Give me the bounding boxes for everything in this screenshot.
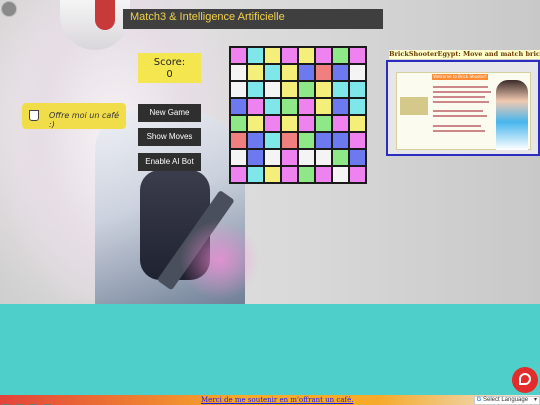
- board-tile[interactable]: [282, 65, 297, 80]
- page-title-bar: Match3 & Intelligence Artificielle: [123, 9, 383, 29]
- board-tile[interactable]: [333, 133, 348, 148]
- buy-coffee-label: Offre moi un café :): [49, 111, 119, 129]
- board-tile[interactable]: [350, 82, 365, 97]
- board-tile[interactable]: [265, 150, 280, 165]
- promo-widget[interactable]: BrickShooterEgypt: Move and match bricks…: [386, 50, 540, 156]
- board-tile[interactable]: [333, 150, 348, 165]
- board-tile[interactable]: [282, 82, 297, 97]
- board-tile[interactable]: [248, 65, 263, 80]
- promo-card[interactable]: Welcome to Brick Shooter!: [386, 60, 540, 156]
- board-tile[interactable]: [231, 65, 246, 80]
- score-value: 0: [166, 69, 173, 80]
- board-tile[interactable]: [316, 99, 331, 114]
- score-panel: Score: 0: [138, 53, 201, 83]
- board-tile[interactable]: [248, 167, 263, 182]
- board-tile[interactable]: [299, 48, 314, 63]
- board-tile[interactable]: [299, 65, 314, 80]
- board-tile[interactable]: [265, 82, 280, 97]
- support-link[interactable]: Merci de me soutenir en m'offrant un caf…: [201, 395, 353, 405]
- board-tile[interactable]: [316, 82, 331, 97]
- site-logo-icon[interactable]: [1, 1, 17, 17]
- board-tile[interactable]: [350, 99, 365, 114]
- board-tile[interactable]: [350, 133, 365, 148]
- board-tile[interactable]: [282, 150, 297, 165]
- new-game-button[interactable]: New Game: [138, 104, 201, 122]
- promo-character-image: [496, 80, 528, 150]
- board-tile[interactable]: [265, 167, 280, 182]
- board-tile[interactable]: [248, 82, 263, 97]
- board-tile[interactable]: [299, 116, 314, 131]
- board-tile[interactable]: [231, 150, 246, 165]
- board-tile[interactable]: [316, 167, 331, 182]
- google-icon: G: [476, 397, 482, 403]
- board-tile[interactable]: [265, 133, 280, 148]
- promo-card-heading: Welcome to Brick Shooter!: [432, 74, 488, 80]
- chat-button[interactable]: [512, 367, 538, 393]
- board-tile[interactable]: [350, 65, 365, 80]
- language-select[interactable]: G Select Language ▾: [474, 396, 540, 405]
- board-tile[interactable]: [333, 116, 348, 131]
- coffee-cup-icon: [29, 110, 39, 121]
- board-tile[interactable]: [282, 167, 297, 182]
- language-select-label: Select Language: [483, 397, 529, 403]
- board-tile[interactable]: [333, 99, 348, 114]
- board-tile[interactable]: [333, 82, 348, 97]
- board-tile[interactable]: [299, 133, 314, 148]
- board-tile[interactable]: [248, 99, 263, 114]
- board-tile[interactable]: [265, 65, 280, 80]
- footer-bar: Merci de me soutenir en m'offrant un caf…: [0, 395, 540, 405]
- board-tile[interactable]: [231, 99, 246, 114]
- board-tile[interactable]: [316, 65, 331, 80]
- board-tile[interactable]: [248, 133, 263, 148]
- promo-title[interactable]: BrickShooterEgypt: Move and match bricks…: [389, 50, 540, 59]
- enable-ai-bot-button[interactable]: Enable AI Bot: [138, 153, 201, 171]
- board-tile[interactable]: [299, 82, 314, 97]
- board-tile[interactable]: [299, 167, 314, 182]
- board-tile[interactable]: [316, 116, 331, 131]
- score-label: Score:: [153, 57, 186, 68]
- board-tile[interactable]: [299, 99, 314, 114]
- board-tile[interactable]: [333, 65, 348, 80]
- board-tile[interactable]: [248, 116, 263, 131]
- promo-thumbnail: [400, 97, 428, 115]
- board-tile[interactable]: [316, 133, 331, 148]
- board-tile[interactable]: [265, 99, 280, 114]
- board-tile[interactable]: [316, 150, 331, 165]
- board-tile[interactable]: [316, 48, 331, 63]
- board-tile[interactable]: [248, 48, 263, 63]
- board-tile[interactable]: [282, 48, 297, 63]
- buy-coffee-button[interactable]: Offre moi un café :): [22, 103, 126, 129]
- show-moves-button[interactable]: Show Moves: [138, 128, 201, 146]
- board-tile[interactable]: [333, 48, 348, 63]
- board-tile[interactable]: [231, 167, 246, 182]
- board-tile[interactable]: [350, 167, 365, 182]
- page-title: Match3 & Intelligence Artificielle: [130, 11, 285, 23]
- board-tile[interactable]: [265, 116, 280, 131]
- board-tile[interactable]: [282, 133, 297, 148]
- board-tile[interactable]: [231, 116, 246, 131]
- board-tile[interactable]: [231, 82, 246, 97]
- board-tile[interactable]: [265, 48, 280, 63]
- board-tile[interactable]: [350, 48, 365, 63]
- board-tile[interactable]: [231, 133, 246, 148]
- board-tile[interactable]: [299, 150, 314, 165]
- board-tile[interactable]: [231, 48, 246, 63]
- board-tile[interactable]: [350, 116, 365, 131]
- board-tile[interactable]: [350, 150, 365, 165]
- game-board[interactable]: [229, 46, 367, 184]
- board-tile[interactable]: [333, 167, 348, 182]
- chevron-down-icon: ▾: [533, 397, 537, 403]
- chat-icon: [519, 373, 531, 385]
- board-tile[interactable]: [282, 99, 297, 114]
- board-tile[interactable]: [282, 116, 297, 131]
- board-tile[interactable]: [248, 150, 263, 165]
